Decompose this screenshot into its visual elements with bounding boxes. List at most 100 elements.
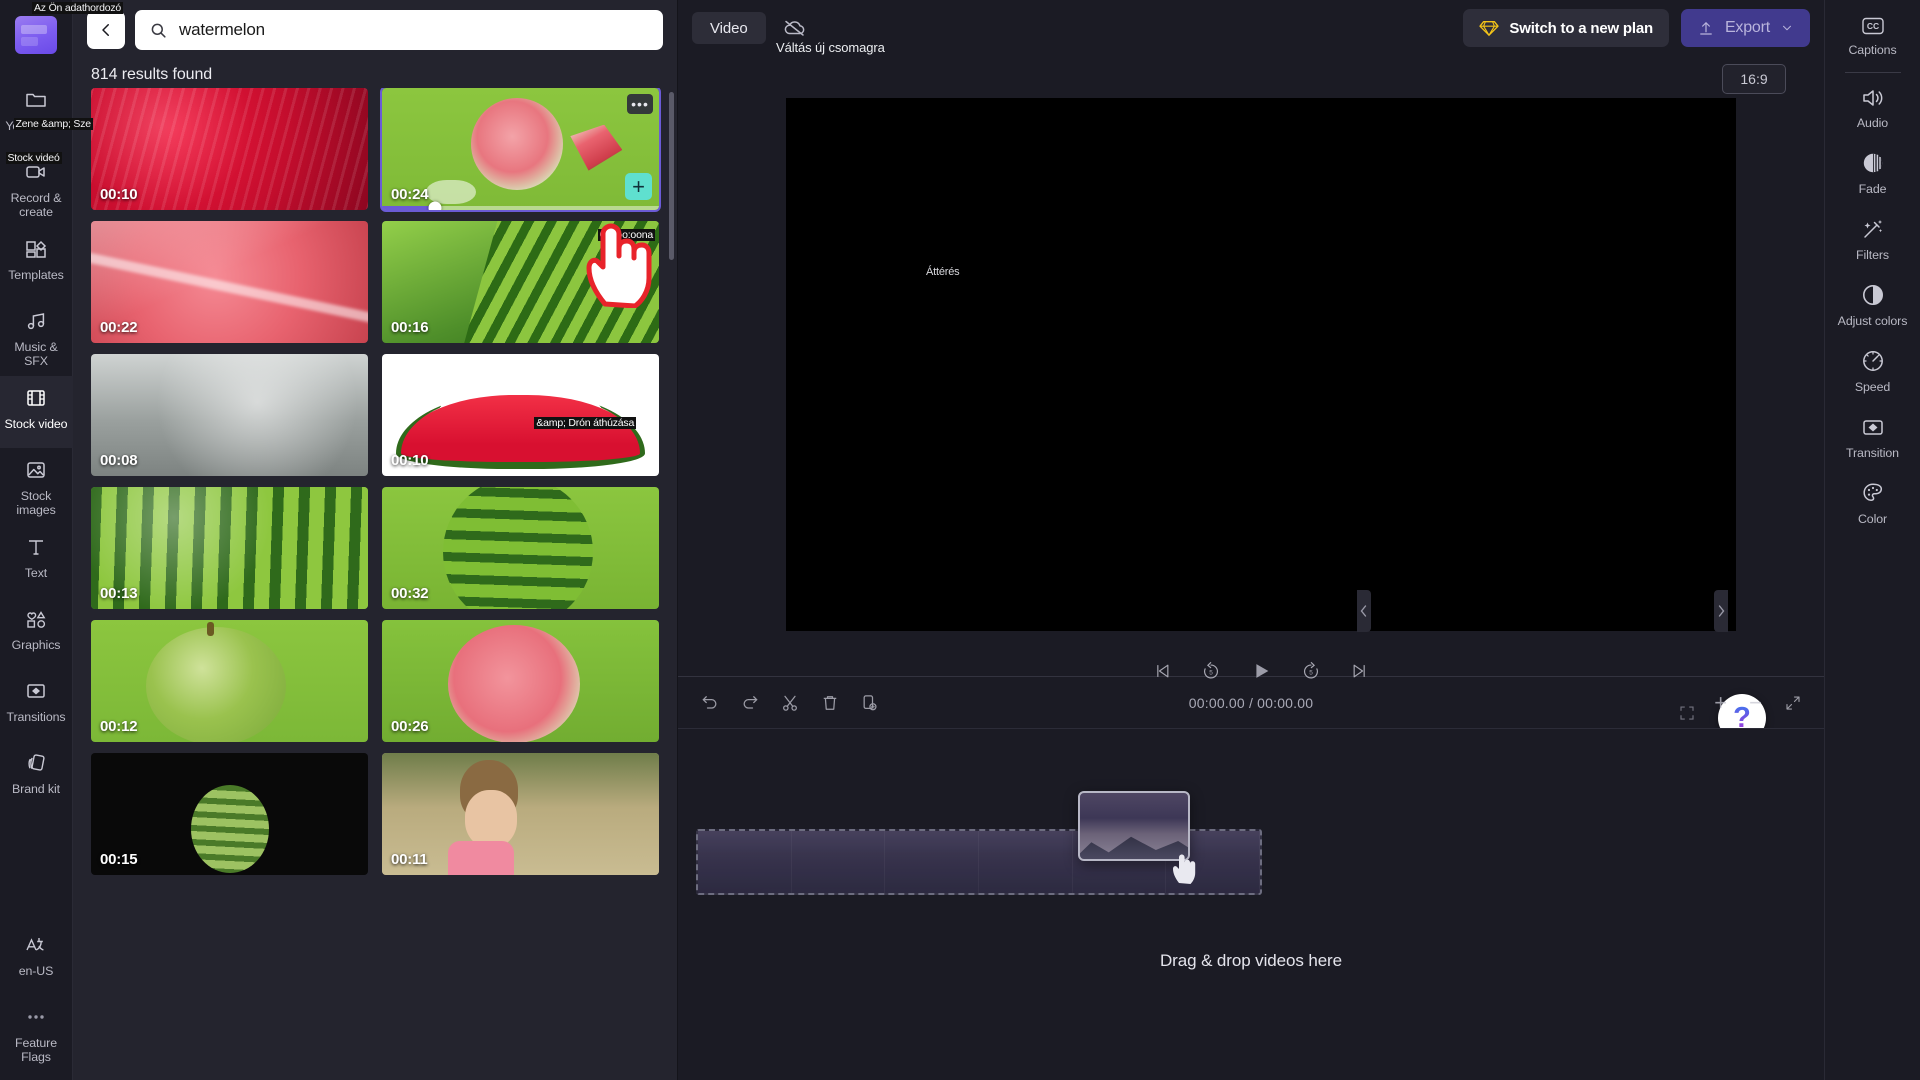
duplicate-icon[interactable] [860,693,880,713]
search-icon [151,23,166,38]
stage-toolbar: Video Váltás új csomagra Switch to a new… [678,0,1824,56]
video-result-card[interactable]: 00:15 [91,753,368,875]
right-label-filters: Filters [1855,248,1890,262]
left-sidebar-bottom: en-US Feature Flags [0,923,72,1080]
sidebar-item-stock-images[interactable]: Stock images [0,448,73,525]
zoom-out-button[interactable]: − [1749,691,1762,713]
svg-text:5: 5 [1309,669,1313,676]
back-button[interactable] [87,11,125,49]
switch-plan-label: Switch to a new plan [1509,19,1653,37]
video-result-card[interactable]: 00/ oo:oona 00:16 [382,221,659,343]
cloud-off-icon[interactable] [778,13,812,43]
sidebar-item-templates[interactable]: Templates [0,227,73,299]
right-item-color[interactable]: Color [1825,469,1920,535]
scissors-icon[interactable] [780,693,800,713]
sidebar-item-brand-kit[interactable]: Brand kit [0,741,73,813]
collapse-left-panel-button[interactable] [1357,590,1371,632]
sidebar-item-music-sfx[interactable]: Music & SFX [0,299,73,376]
cloud-tooltip: Váltás új csomagra [776,40,885,55]
zoom-in-button[interactable]: + [1714,691,1727,713]
palette-icon [1860,480,1886,506]
ellipsis-icon [23,1004,49,1030]
timeline-zoom-controls: + − [1714,691,1802,713]
search-input[interactable]: watermelon [135,10,663,50]
video-canvas[interactable]: Áttérés [786,98,1736,631]
right-item-transition[interactable]: Transition [1825,403,1920,469]
sidebar-label-language: en-US [18,964,54,978]
captions-cc-icon: CC [1860,15,1886,37]
fit-icon[interactable] [1784,694,1802,712]
sidebar-label-graphics: Graphics [11,638,61,652]
video-duration: 00:10 [391,452,429,469]
add-to-timeline-button[interactable]: + [625,173,652,200]
collapse-right-panel-button[interactable] [1714,590,1728,632]
sidebar-item-feature-flags[interactable]: Feature Flags [0,995,73,1072]
upload-icon [1700,22,1712,35]
sidebar-label-templates: Templates [8,268,64,282]
app-logo[interactable] [15,16,57,54]
sidebar-item-transitions[interactable]: Transitions [0,669,73,741]
video-result-card-selected[interactable]: ••• 00:24 + [380,88,661,212]
timeline-track-area[interactable]: Drag & drop videos here [678,729,1824,1080]
magic-wand-icon [1860,216,1886,242]
drag-hand-cursor [1170,851,1200,885]
aspect-ratio-badge[interactable]: 16:9 [1722,64,1786,94]
right-item-filters[interactable]: Filters [1825,205,1920,271]
right-label-fade: Fade [1858,182,1887,196]
video-duration: 00:11 [391,851,428,868]
speedometer-icon [1860,348,1886,374]
sidebar-item-graphics[interactable]: Graphics [0,597,73,669]
video-result-card[interactable]: 00:08 [91,354,368,476]
overlay-label: &amp; Drón áthúzása [534,417,637,430]
more-options-button[interactable]: ••• [627,94,653,114]
left-sidebar: Az Ön adathordozó Zene &amp; Sze Your me… [0,0,124,1080]
scrubber-handle[interactable] [428,201,442,210]
panel-scrollbar[interactable] [669,92,674,260]
right-item-adjust-colors[interactable]: Adjust colors [1825,271,1920,337]
right-item-fade[interactable]: Fade [1825,139,1920,205]
video-result-card[interactable]: &amp; Drón áthúzása 00:10 [382,354,659,476]
video-result-card[interactable]: 00:12 [91,620,368,742]
right-label-speed: Speed [1854,380,1891,394]
preview-area: 16:9 Áttérés 5 5 ? [678,56,1824,742]
your-media-tooltip: Zene &amp; Sze [13,118,93,130]
redo-icon[interactable] [740,693,760,713]
switch-plan-button[interactable]: Switch to a new plan [1463,9,1669,47]
video-result-card[interactable]: 00:22 [91,221,368,343]
sidebar-item-stock-video[interactable]: Stock video [0,376,73,448]
export-button[interactable]: Export [1680,9,1810,47]
right-item-audio[interactable]: Audio [1825,75,1920,139]
video-result-card[interactable]: 00:13 [91,487,368,609]
video-result-card[interactable]: 00:11 [382,753,659,875]
record-tooltip: Stock videó [5,152,62,164]
sidebar-label-stock-video: Stock video [4,417,68,431]
timeline-toolbar: 00:00.00 / 00:00.00 + − [678,677,1824,729]
video-duration: 00:15 [100,851,138,868]
text-t-icon [23,534,49,560]
sidebar-item-language[interactable]: en-US [0,923,73,995]
video-result-card[interactable]: 00:26 [382,620,659,742]
undo-icon[interactable] [700,693,720,713]
stage-top-actions: Switch to a new plan Export [1463,9,1810,47]
export-label: Export [1724,19,1770,36]
video-duration: 00:24 [391,186,429,203]
speaker-icon [1860,86,1886,110]
video-result-card[interactable]: 00:32 [382,487,659,609]
video-duration: 00:32 [391,585,429,602]
sidebar-item-text[interactable]: Text [0,525,73,597]
tab-video[interactable]: Video [692,12,766,44]
video-duration: 00:26 [391,718,429,735]
right-item-captions[interactable]: CC Captions [1825,4,1920,66]
trash-icon[interactable] [820,693,840,713]
right-label-audio: Audio [1856,116,1889,130]
graphics-shapes-icon [23,606,49,632]
video-result-card[interactable]: 00:10 [91,88,368,210]
sidebar-item-record-create[interactable]: Stock videó Record & create [0,150,73,227]
preview-scrubber[interactable] [382,201,659,210]
sidebar-item-your-media[interactable]: Zene &amp; Sze Your media [0,78,93,150]
right-item-speed[interactable]: Speed [1825,337,1920,403]
right-sidebar: CC Captions Audio Fade Filters Adjust co… [1824,0,1920,1080]
results-count: 814 results found [91,66,213,83]
overlay-label: 00/ oo:oona [597,229,655,241]
results-grid: 00:10 ••• 00:24 + 00:22 00/ oo:oona 00:1… [73,88,677,1080]
